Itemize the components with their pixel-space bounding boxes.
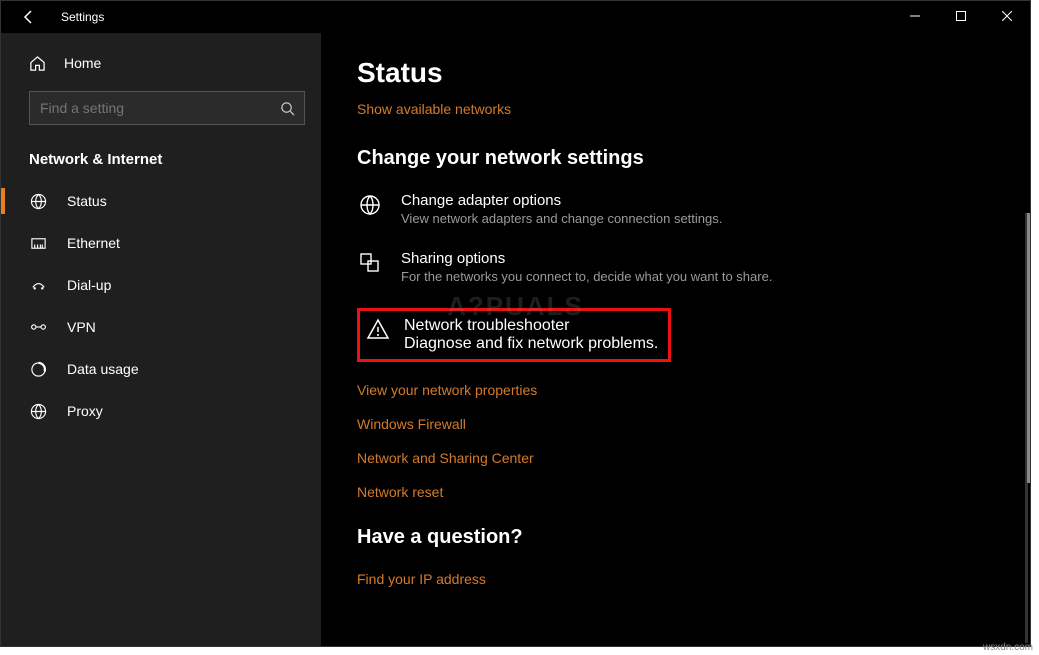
network-troubleshooter-option[interactable]: Network troubleshooter Diagnose and fix … — [357, 308, 671, 362]
windows-firewall-link[interactable]: Windows Firewall — [357, 416, 1030, 432]
option-desc: Diagnose and fix network problems. — [404, 335, 658, 353]
warning-icon — [366, 317, 390, 341]
dialup-icon — [29, 277, 47, 294]
view-properties-link[interactable]: View your network properties — [357, 382, 1030, 398]
adapter-icon — [357, 192, 383, 218]
window-title: Settings — [61, 10, 104, 24]
ethernet-icon — [29, 235, 47, 252]
search-input[interactable] — [30, 100, 270, 116]
option-title: Change adapter options — [401, 192, 722, 209]
settings-window: Settings Home N — [0, 0, 1031, 647]
sidebar-item-datausage[interactable]: Data usage — [1, 348, 321, 390]
home-icon — [29, 55, 46, 72]
sharing-option[interactable]: Sharing options For the networks you con… — [357, 250, 1030, 284]
home-label: Home — [64, 55, 101, 71]
search-icon — [270, 101, 304, 116]
sharing-center-link[interactable]: Network and Sharing Center — [357, 450, 1030, 466]
sidebar-item-vpn[interactable]: VPN — [1, 306, 321, 348]
close-icon — [1002, 11, 1012, 21]
change-settings-heading: Change your network settings — [357, 147, 1030, 170]
sidebar-item-label: Status — [67, 193, 107, 209]
sidebar-item-status[interactable]: Status — [1, 180, 321, 222]
sidebar-item-label: Proxy — [67, 403, 103, 419]
sidebar-item-label: VPN — [67, 319, 96, 335]
data-usage-icon — [29, 361, 47, 378]
sidebar: Home Network & Internet Status — [1, 33, 321, 646]
sidebar-nav: Status Ethernet Dial-up — [1, 180, 321, 432]
home-button[interactable]: Home — [1, 43, 321, 83]
sidebar-item-label: Dial-up — [67, 277, 111, 293]
titlebar: Settings — [1, 1, 1030, 33]
maximize-button[interactable] — [938, 1, 984, 31]
question-heading: Have a question? — [357, 526, 1030, 549]
sidebar-item-dialup[interactable]: Dial-up — [1, 264, 321, 306]
show-networks-link[interactable]: Show available networks — [357, 101, 511, 117]
globe-icon — [29, 403, 47, 420]
globe-icon — [29, 193, 47, 210]
minimize-icon — [910, 11, 920, 21]
sidebar-item-proxy[interactable]: Proxy — [1, 390, 321, 432]
back-button[interactable] — [9, 1, 49, 33]
search-box[interactable] — [29, 91, 305, 125]
arrow-left-icon — [21, 9, 37, 25]
sidebar-section-title: Network & Internet — [1, 129, 321, 180]
change-adapter-option[interactable]: Change adapter options View network adap… — [357, 192, 1030, 226]
minimize-button[interactable] — [892, 1, 938, 31]
option-desc: For the networks you connect to, decide … — [401, 269, 772, 284]
window-controls — [892, 1, 1030, 31]
sidebar-item-label: Ethernet — [67, 235, 120, 251]
find-ip-link[interactable]: Find your IP address — [357, 571, 1030, 587]
footer-url: wsxdn.com — [983, 642, 1033, 653]
option-title: Network troubleshooter — [404, 317, 658, 335]
network-reset-link[interactable]: Network reset — [357, 484, 1030, 500]
sidebar-item-label: Data usage — [67, 361, 139, 377]
main-content: Status Show available networks Change yo… — [321, 33, 1030, 646]
option-title: Sharing options — [401, 250, 772, 267]
close-button[interactable] — [984, 1, 1030, 31]
scrollbar-thumb[interactable] — [1027, 213, 1030, 483]
vpn-icon — [29, 320, 47, 334]
option-desc: View network adapters and change connect… — [401, 211, 722, 226]
sharing-icon — [357, 250, 383, 276]
maximize-icon — [956, 11, 966, 21]
sidebar-item-ethernet[interactable]: Ethernet — [1, 222, 321, 264]
page-title: Status — [357, 57, 1030, 89]
